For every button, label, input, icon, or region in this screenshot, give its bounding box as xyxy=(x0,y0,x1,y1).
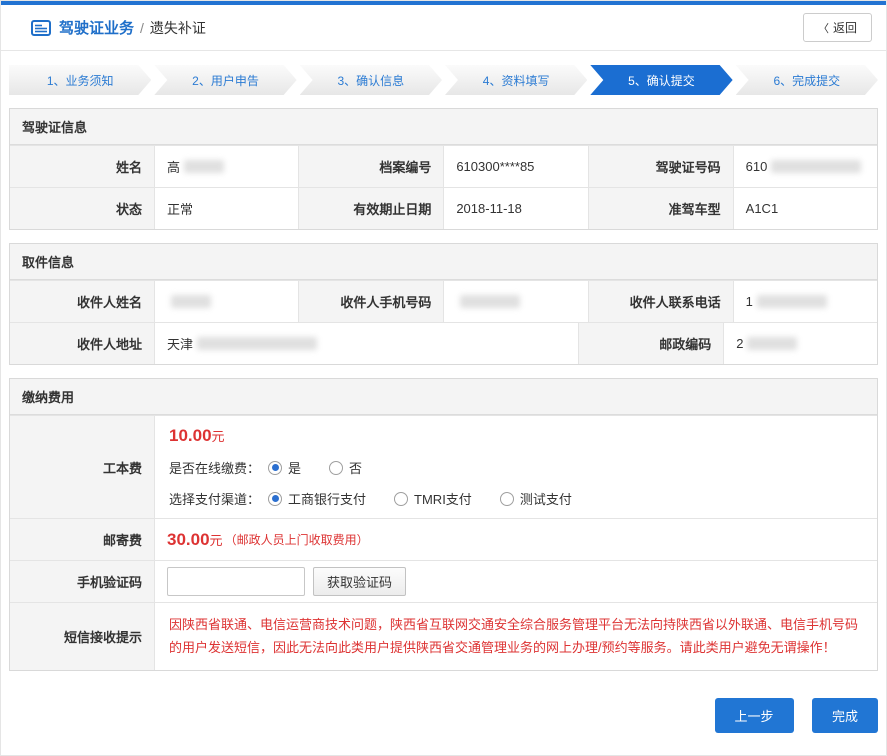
production-fee-content: 10.00元 是否在线缴费： 是 否 选择支付渠道： 工商银行支付 TMRI支付… xyxy=(155,416,877,518)
sms-code-input[interactable] xyxy=(167,567,305,596)
radio-icon xyxy=(394,492,408,506)
pay-channel-question: 选择支付渠道： xyxy=(169,489,260,508)
radio-icon xyxy=(268,461,282,475)
step-2-user-declaration: 2、用户申告 xyxy=(154,65,296,95)
sms-note-text: 因陕西省联通、电信运营商技术问题，陕西省互联网交通安全综合服务管理平台无法向持陕… xyxy=(155,603,877,670)
step-1-business-notice: 1、业务须知 xyxy=(9,65,151,95)
value-file-no: 610300****85 xyxy=(444,146,588,187)
back-button[interactable]: 〈返回 xyxy=(803,13,872,42)
redacted-blur xyxy=(757,295,827,308)
step-4-fill-materials: 4、资料填写 xyxy=(445,65,587,95)
payment-section: 缴纳费用 工本费 10.00元 是否在线缴费： 是 否 选择支付渠道： 工商银行… xyxy=(9,378,878,671)
postage-fee-row: 邮寄费 30.00元（邮政人员上门收取费用） xyxy=(10,518,877,560)
page: 驾驶证业务 / 遗失补证 〈返回 1、业务须知 2、用户申告 3、确认信息 4、… xyxy=(0,0,887,756)
radio-online-yes[interactable]: 是 xyxy=(268,458,301,477)
label-vehicle-class: 准驾车型 xyxy=(589,188,734,229)
table-row: 状态 正常 有效期止日期 2018-11-18 准驾车型 A1C1 xyxy=(10,187,877,229)
label-status: 状态 xyxy=(10,188,155,229)
breadcrumb-current: 遗失补证 xyxy=(150,18,206,38)
label-recipient-name: 收件人姓名 xyxy=(10,281,155,322)
back-button-label: 返回 xyxy=(833,21,857,35)
label-name: 姓名 xyxy=(10,146,155,187)
radio-icon xyxy=(268,492,282,506)
step-6-complete-submit: 6、完成提交 xyxy=(736,65,878,95)
production-fee-row: 工本费 10.00元 是否在线缴费： 是 否 选择支付渠道： 工商银行支付 TM… xyxy=(10,415,877,518)
value-vehicle-class: A1C1 xyxy=(734,188,877,229)
section-title: 取件信息 xyxy=(10,244,877,280)
step-nav: 1、业务须知 2、用户申告 3、确认信息 4、资料填写 5、确认提交 6、完成提… xyxy=(9,65,878,95)
radio-icon xyxy=(329,461,343,475)
sms-note-row: 短信接收提示 因陕西省联通、电信运营商技术问题，陕西省互联网交通安全综合服务管理… xyxy=(10,602,877,670)
postage-fee-content: 30.00元（邮政人员上门收取费用） xyxy=(155,519,877,560)
online-pay-line: 是否在线缴费： 是 否 xyxy=(169,458,863,477)
sms-code-row: 手机验证码 获取验证码 xyxy=(10,560,877,602)
label-production-fee: 工本费 xyxy=(10,416,155,518)
label-recipient-address: 收件人地址 xyxy=(10,323,155,364)
label-postage-fee: 邮寄费 xyxy=(10,519,155,560)
label-sms-note: 短信接收提示 xyxy=(10,603,155,670)
label-license-no: 驾驶证号码 xyxy=(589,146,734,187)
table-row: 收件人地址 天津 邮政编码 2 xyxy=(10,322,877,364)
value-status: 正常 xyxy=(155,188,299,229)
redacted-blur xyxy=(184,160,224,173)
online-pay-question: 是否在线缴费： xyxy=(169,458,260,477)
label-sms-code: 手机验证码 xyxy=(10,561,155,602)
step-5-confirm-submit: 5、确认提交 xyxy=(590,65,732,95)
main-content: 驾驶证信息 姓名 高 档案编号 610300****85 驾驶证号码 610 状… xyxy=(1,108,886,756)
label-postal-code: 邮政编码 xyxy=(579,323,724,364)
label-valid-until: 有效期止日期 xyxy=(299,188,444,229)
redacted-blur xyxy=(460,295,520,308)
license-info-section: 驾驶证信息 姓名 高 档案编号 610300****85 驾驶证号码 610 状… xyxy=(9,108,878,230)
page-header: 驾驶证业务 / 遗失补证 〈返回 xyxy=(1,5,886,51)
get-sms-code-button[interactable]: 获取验证码 xyxy=(313,567,406,596)
value-license-no: 610 xyxy=(734,146,877,187)
redacted-blur xyxy=(171,295,211,308)
label-recipient-mobile: 收件人手机号码 xyxy=(299,281,444,322)
value-name: 高 xyxy=(155,146,299,187)
radio-online-no[interactable]: 否 xyxy=(329,458,362,477)
table-row: 收件人姓名 收件人手机号码 收件人联系电话 1 xyxy=(10,280,877,322)
value-recipient-address: 天津 xyxy=(155,323,579,364)
radio-channel-tmri[interactable]: TMRI支付 xyxy=(394,489,472,508)
label-file-no: 档案编号 xyxy=(299,146,444,187)
action-bar: 上一步 完成 xyxy=(9,684,878,756)
radio-channel-icbc[interactable]: 工商银行支付 xyxy=(268,489,366,508)
value-recipient-mobile xyxy=(444,281,588,322)
redacted-blur xyxy=(771,160,861,173)
page-title: 驾驶证业务 xyxy=(59,17,134,38)
redacted-blur xyxy=(747,337,797,350)
redacted-blur xyxy=(197,337,317,350)
section-title: 缴纳费用 xyxy=(10,379,877,415)
label-recipient-phone: 收件人联系电话 xyxy=(589,281,734,322)
sms-code-content: 获取验证码 xyxy=(155,561,877,602)
value-valid-until: 2018-11-18 xyxy=(444,188,588,229)
value-recipient-phone: 1 xyxy=(734,281,877,322)
finish-button[interactable]: 完成 xyxy=(812,698,878,733)
breadcrumb-separator: / xyxy=(140,20,144,36)
value-postal-code: 2 xyxy=(724,323,877,364)
pay-channel-line: 选择支付渠道： 工商银行支付 TMRI支付 测试支付 xyxy=(169,489,863,508)
section-title: 驾驶证信息 xyxy=(10,109,877,145)
radio-icon xyxy=(500,492,514,506)
pickup-info-section: 取件信息 收件人姓名 收件人手机号码 收件人联系电话 1 收件人地址 天津 邮政… xyxy=(9,243,878,365)
license-business-icon xyxy=(31,20,51,36)
production-fee-amount: 10.00元 xyxy=(169,426,863,446)
radio-channel-test[interactable]: 测试支付 xyxy=(500,489,572,508)
table-row: 姓名 高 档案编号 610300****85 驾驶证号码 610 xyxy=(10,145,877,187)
step-3-confirm-info: 3、确认信息 xyxy=(300,65,442,95)
chevron-left-icon: 〈 xyxy=(818,23,829,35)
value-recipient-name xyxy=(155,281,299,322)
previous-step-button[interactable]: 上一步 xyxy=(715,698,794,733)
